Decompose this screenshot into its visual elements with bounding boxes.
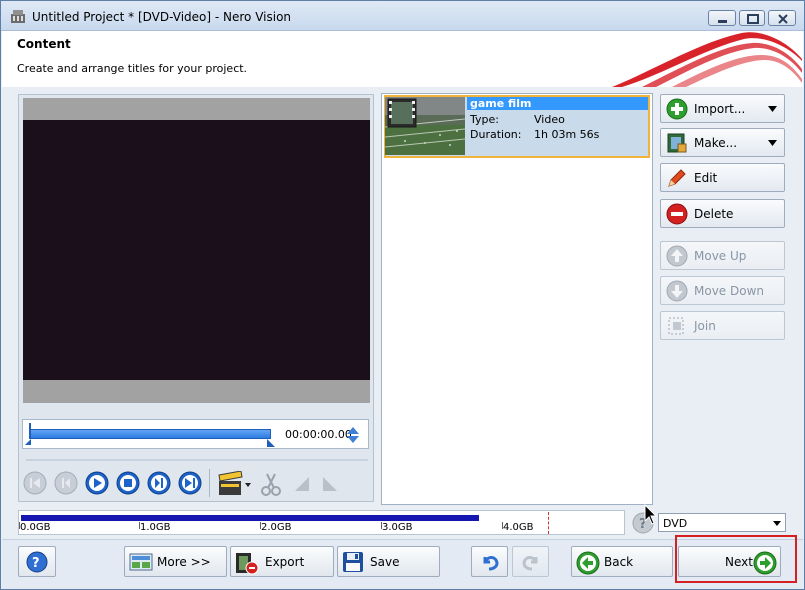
title-type-value: Video — [534, 113, 565, 126]
pencil-icon — [668, 169, 686, 187]
page-subtitle: Create and arrange titles for your proje… — [17, 62, 248, 75]
chevron-down-icon — [773, 521, 781, 526]
disk-usage-fill — [21, 515, 479, 521]
triangle-left-icon[interactable] — [291, 471, 315, 495]
timeline-box: 00:00:00.00 — [22, 419, 369, 449]
move-up-button[interactable]: Move Up — [660, 241, 785, 270]
disk-label: 0.0GB — [20, 522, 51, 533]
disk-capacity-marker — [548, 512, 549, 534]
mouse-cursor-icon — [644, 504, 658, 525]
svg-text:?: ? — [32, 556, 40, 571]
step-forward-icon[interactable] — [147, 471, 171, 495]
disk-label: 3.0GB — [382, 522, 413, 533]
save-button[interactable]: Save — [337, 546, 440, 577]
nero-swoosh-logo — [612, 32, 802, 87]
minimize-button[interactable] — [708, 10, 736, 26]
make-film-icon — [667, 133, 687, 153]
time-readout: 00:00:00.00 — [285, 428, 352, 441]
maximize-button[interactable] — [739, 10, 765, 26]
clapperboard-icon[interactable] — [217, 471, 253, 495]
undo-icon — [483, 556, 499, 571]
title-bar[interactable]: Untitled Project * [DVD-Video] - Nero Vi… — [1, 1, 804, 31]
undo-button[interactable] — [471, 546, 508, 577]
disk-usage-bar: 0.0GB 1.0GB 2.0GB 3.0GB 4.0GB — [18, 510, 625, 535]
arrow-down-icon — [666, 280, 688, 302]
skip-to-start-icon[interactable] — [23, 471, 47, 495]
add-icon — [666, 98, 688, 120]
controls-divider — [209, 469, 210, 497]
title-duration-label: Duration: — [470, 128, 522, 141]
disk-label: 1.0GB — [140, 522, 171, 533]
disc-type-select[interactable]: DVD — [658, 513, 786, 532]
time-spin-icon[interactable] — [346, 426, 360, 444]
back-button[interactable]: Back — [571, 546, 673, 577]
disk-label: 2.0GB — [261, 522, 292, 533]
next-button-highlight — [675, 535, 797, 583]
window-title: Untitled Project * [DVD-Video] - Nero Vi… — [32, 10, 292, 24]
skip-to-end-icon[interactable] — [178, 471, 202, 495]
video-thumbnail — [384, 97, 466, 155]
video-preview-screen — [23, 120, 370, 380]
play-icon[interactable] — [85, 471, 109, 495]
join-button[interactable]: Join — [660, 311, 785, 340]
triangle-right-icon[interactable] — [319, 471, 343, 495]
redo-button[interactable] — [512, 546, 549, 577]
app-window: Untitled Project * [DVD-Video] - Nero Vi… — [0, 0, 805, 590]
export-button[interactable]: Export — [230, 546, 334, 577]
title-type-label: Type: — [470, 113, 499, 126]
floppy-disk-icon — [343, 552, 363, 572]
arrow-left-icon — [576, 551, 600, 575]
page-title: Content — [17, 37, 71, 51]
scissors-icon[interactable] — [259, 471, 283, 496]
delete-icon — [666, 203, 688, 225]
export-icon — [236, 553, 259, 575]
redo-icon — [522, 556, 538, 571]
chevron-down-icon — [768, 140, 777, 146]
title-name: game film — [467, 97, 648, 110]
move-down-button[interactable]: Move Down — [660, 276, 785, 305]
disk-label: 4.0GB — [503, 522, 534, 533]
join-icon — [668, 317, 684, 335]
make-button[interactable]: Make... — [660, 128, 785, 157]
help-button[interactable]: ? — [18, 546, 56, 577]
divider — [26, 459, 368, 461]
chevron-down-icon — [768, 106, 777, 112]
timeline-scrubber[interactable] — [30, 429, 271, 439]
stop-icon[interactable] — [116, 471, 140, 495]
close-button[interactable] — [768, 10, 796, 26]
arrow-up-icon — [666, 245, 688, 267]
more-button[interactable]: More >> — [124, 546, 227, 577]
edit-button[interactable]: Edit — [660, 163, 785, 192]
nero-app-icon — [10, 9, 26, 24]
timeline-start-handle[interactable] — [25, 423, 35, 445]
delete-button[interactable]: Delete — [660, 199, 785, 228]
page-header: Content Create and arrange titles for yo… — [2, 31, 803, 87]
import-button[interactable]: Import... — [660, 94, 785, 123]
step-back-icon[interactable] — [54, 471, 78, 495]
help-icon: ? — [26, 551, 48, 573]
title-duration-value: 1h 03m 56s — [534, 128, 600, 141]
timeline-end-handle[interactable] — [267, 439, 275, 447]
more-options-icon — [129, 553, 153, 571]
